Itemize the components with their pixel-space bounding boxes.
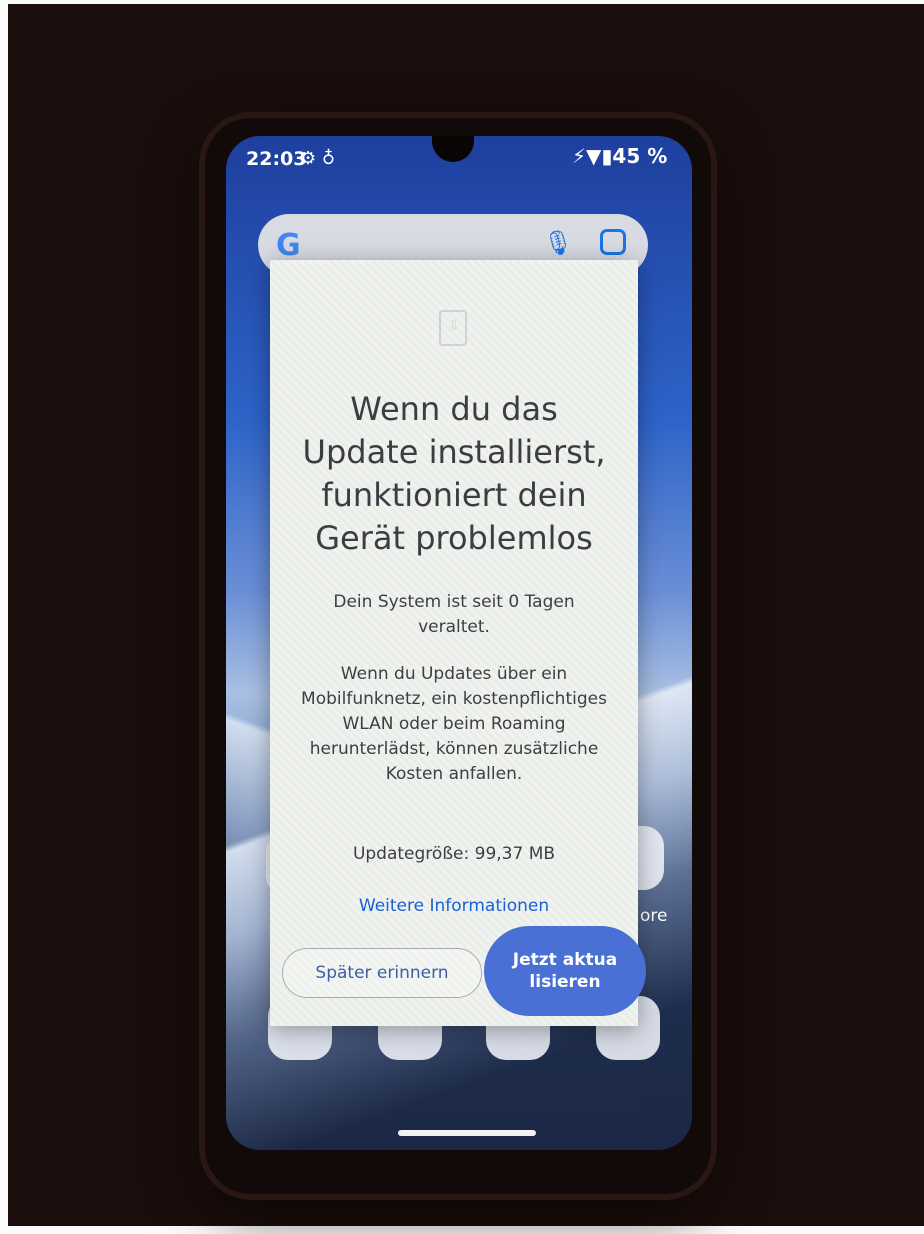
dialog-body: Dein System ist seit 0 Tagen veraltet. W… — [300, 590, 608, 809]
more-info-link[interactable]: Weitere Informationen — [292, 896, 616, 916]
home-gesture-bar[interactable] — [398, 1130, 536, 1136]
dialog-body-costs: Wenn du Updates über ein Mobilfunknetz, … — [301, 664, 607, 784]
system-update-icon: ⇩ — [439, 310, 467, 346]
update-now-label: Jetzt aktualisieren — [512, 950, 618, 992]
dialog-title: Wenn du das Update installierst, funktio… — [302, 390, 606, 557]
download-arrow-icon: ⇩ — [448, 318, 460, 334]
remind-later-button[interactable]: Später erinnern — [282, 948, 482, 998]
status-settings-mic-icons: ⚙ ♁ — [300, 148, 336, 169]
status-time: 22:03 — [246, 148, 307, 170]
photo-border-left — [0, 0, 8, 1234]
microphone-icon[interactable]: 🎙 — [543, 229, 573, 257]
update-now-button[interactable]: Jetzt aktualisieren — [484, 926, 646, 1016]
status-battery-wifi: ⚡▼▮45 % — [572, 144, 668, 168]
lens-icon[interactable] — [600, 229, 626, 255]
dialog-body-outdated: Dein System ist seit 0 Tagen veraltet. — [333, 592, 575, 637]
system-update-dialog: ⇩ Wenn du das Update installierst, funkt… — [270, 260, 638, 1026]
update-size: Updategröße: 99,37 MB — [352, 844, 556, 864]
google-logo-icon: G — [276, 228, 301, 263]
photo-border-bottom — [0, 1226, 924, 1234]
photo-border-top — [0, 0, 924, 4]
app-label-right: ore — [640, 906, 668, 926]
